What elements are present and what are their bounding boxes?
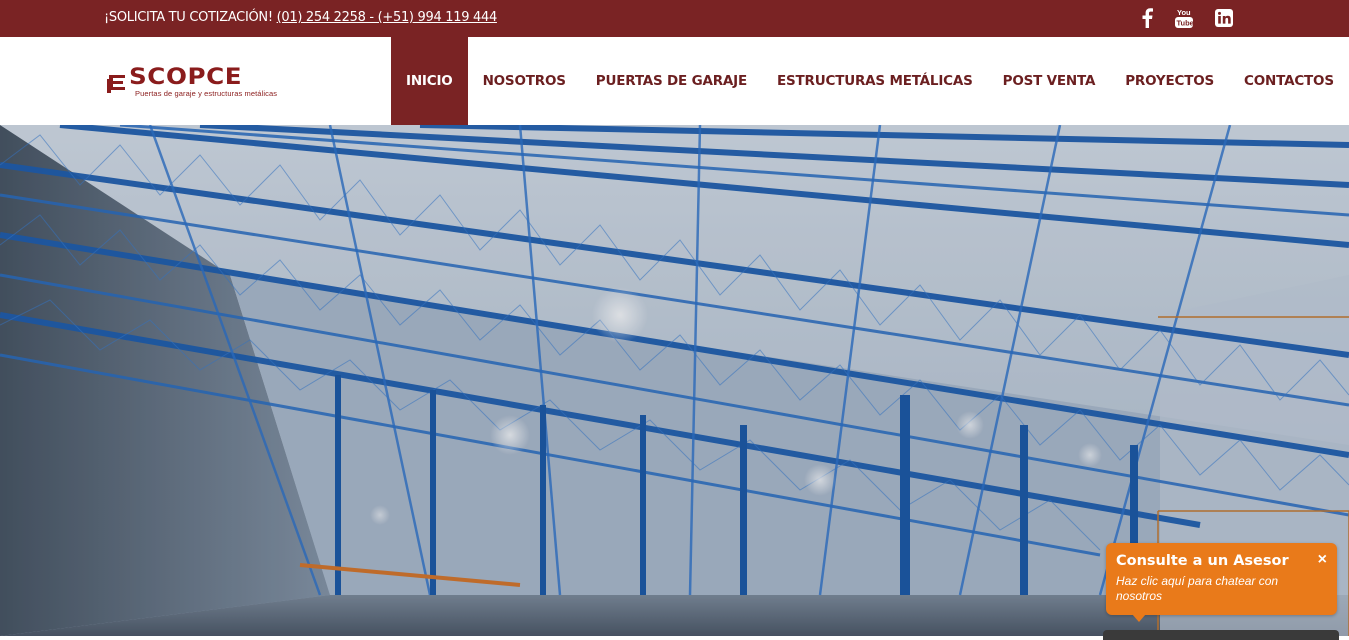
logo-mark-icon — [107, 75, 125, 93]
chat-subtitle: Haz clic aquí para chatear con nosotros — [1116, 574, 1279, 603]
chat-tail — [1132, 614, 1146, 622]
top-bar: ¡SOLICITA TU COTIZACIÓN! (01) 254 2258 -… — [0, 0, 1349, 37]
chat-widget[interactable]: Consulte a un Asesor × Haz clic aquí par… — [1106, 543, 1337, 622]
nav-item-estructuras-metalicas[interactable]: ESTRUCTURAS METÁLICAS — [762, 37, 988, 125]
chat-title: Consulte a un Asesor — [1116, 553, 1289, 569]
main-nav: INICIO NOSOTROS PUERTAS DE GARAJE ESTRUC… — [391, 37, 1349, 125]
svg-text:Tube: Tube — [1177, 19, 1194, 28]
nav-item-proyectos[interactable]: PROYECTOS — [1110, 37, 1229, 125]
quote-label: ¡SOLICITA TU COTIZACIÓN! — [104, 10, 273, 25]
logo-tagline: Puertas de garaje y estructuras metálica… — [135, 89, 278, 98]
nav-item-contactos[interactable]: CONTACTOS — [1229, 37, 1349, 125]
facebook-icon[interactable] — [1136, 7, 1158, 29]
linkedin-icon[interactable] — [1213, 7, 1235, 29]
nav-item-nosotros[interactable]: NOSOTROS — [468, 37, 581, 125]
phone-link[interactable]: (01) 254 2258 - (+51) 994 119 444 — [277, 10, 498, 25]
youtube-icon[interactable]: You Tube — [1173, 7, 1195, 29]
site-header: SCOPCE Puertas de garaje y estructuras m… — [0, 37, 1349, 125]
quote-banner: ¡SOLICITA TU COTIZACIÓN! (01) 254 2258 -… — [104, 10, 497, 25]
nav-item-post-venta[interactable]: POST VENTA — [988, 37, 1111, 125]
logo[interactable]: SCOPCE Puertas de garaje y estructuras m… — [107, 65, 287, 101]
chat-launcher-bar[interactable] — [1103, 630, 1339, 640]
svg-text:You: You — [1177, 8, 1191, 17]
nav-item-inicio[interactable]: INICIO — [391, 37, 468, 125]
logo-name: SCOPCE — [129, 65, 243, 90]
nav-item-puertas-de-garaje[interactable]: PUERTAS DE GARAJE — [581, 37, 762, 125]
close-icon[interactable]: × — [1318, 551, 1327, 569]
